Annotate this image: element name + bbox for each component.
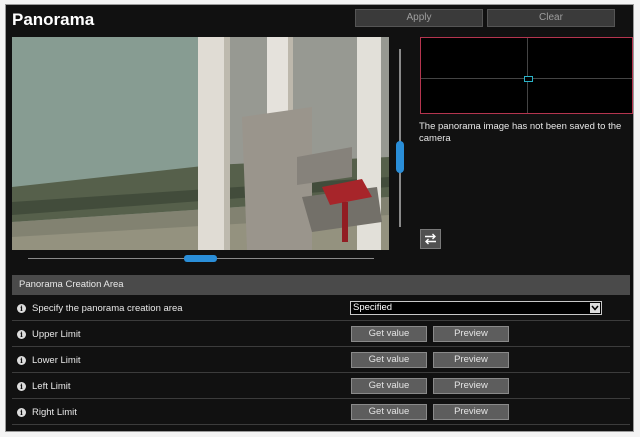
upper-limit-preview-button[interactable]: Preview	[433, 326, 509, 342]
clear-button[interactable]: Clear	[487, 9, 615, 27]
area-label: Specify the panorama creation area	[32, 302, 183, 314]
left-limit-preview-button[interactable]: Preview	[433, 378, 509, 394]
lower-limit-get-value-button[interactable]: Get value	[351, 352, 427, 368]
lower-limit-row: i Lower Limit Get value Preview	[12, 347, 630, 373]
left-limit-get-value-button[interactable]: Get value	[351, 378, 427, 394]
right-limit-get-value-button[interactable]: Get value	[351, 404, 427, 420]
upper-limit-label: Upper Limit	[32, 328, 81, 340]
left-limit-label: Left Limit	[32, 380, 71, 392]
info-icon[interactable]: i	[17, 407, 26, 417]
upper-limit-row: i Upper Limit Get value Preview	[12, 321, 630, 347]
left-limit-row: i Left Limit Get value Preview	[12, 373, 630, 399]
panorama-preview[interactable]	[420, 37, 633, 114]
info-icon[interactable]: i	[17, 355, 26, 365]
camera-image	[12, 37, 389, 250]
page-title: Panorama	[12, 10, 95, 29]
apply-button[interactable]: Apply	[355, 9, 483, 27]
lower-limit-label: Lower Limit	[32, 354, 81, 366]
tilt-slider-handle[interactable]	[396, 141, 404, 173]
lower-limit-preview-button[interactable]: Preview	[433, 352, 509, 368]
section-header: Panorama Creation Area	[12, 275, 630, 295]
right-limit-label: Right Limit	[32, 406, 77, 418]
panorama-window: Panorama Apply Clear The panorama image …	[5, 4, 634, 432]
area-select-value: Specified	[353, 302, 393, 313]
swap-view-button[interactable]	[420, 229, 441, 249]
right-limit-row: i Right Limit Get value Preview	[12, 399, 630, 425]
chevron-down-icon[interactable]	[590, 303, 600, 313]
panorama-position-marker	[524, 76, 533, 82]
panorama-status-message: The panorama image has not been saved to…	[419, 121, 622, 144]
info-icon[interactable]: i	[17, 303, 26, 313]
upper-limit-get-value-button[interactable]: Get value	[351, 326, 427, 342]
info-icon[interactable]: i	[17, 381, 26, 391]
swap-arrows-icon	[425, 233, 436, 245]
tilt-slider-track[interactable]	[399, 49, 401, 227]
area-row: i Specify the panorama creation area Spe…	[12, 295, 630, 321]
area-select[interactable]: Specified	[350, 301, 602, 315]
info-icon[interactable]: i	[17, 329, 26, 339]
camera-live-view[interactable]	[12, 37, 389, 250]
pan-slider-handle[interactable]	[184, 255, 217, 262]
right-limit-preview-button[interactable]: Preview	[433, 404, 509, 420]
